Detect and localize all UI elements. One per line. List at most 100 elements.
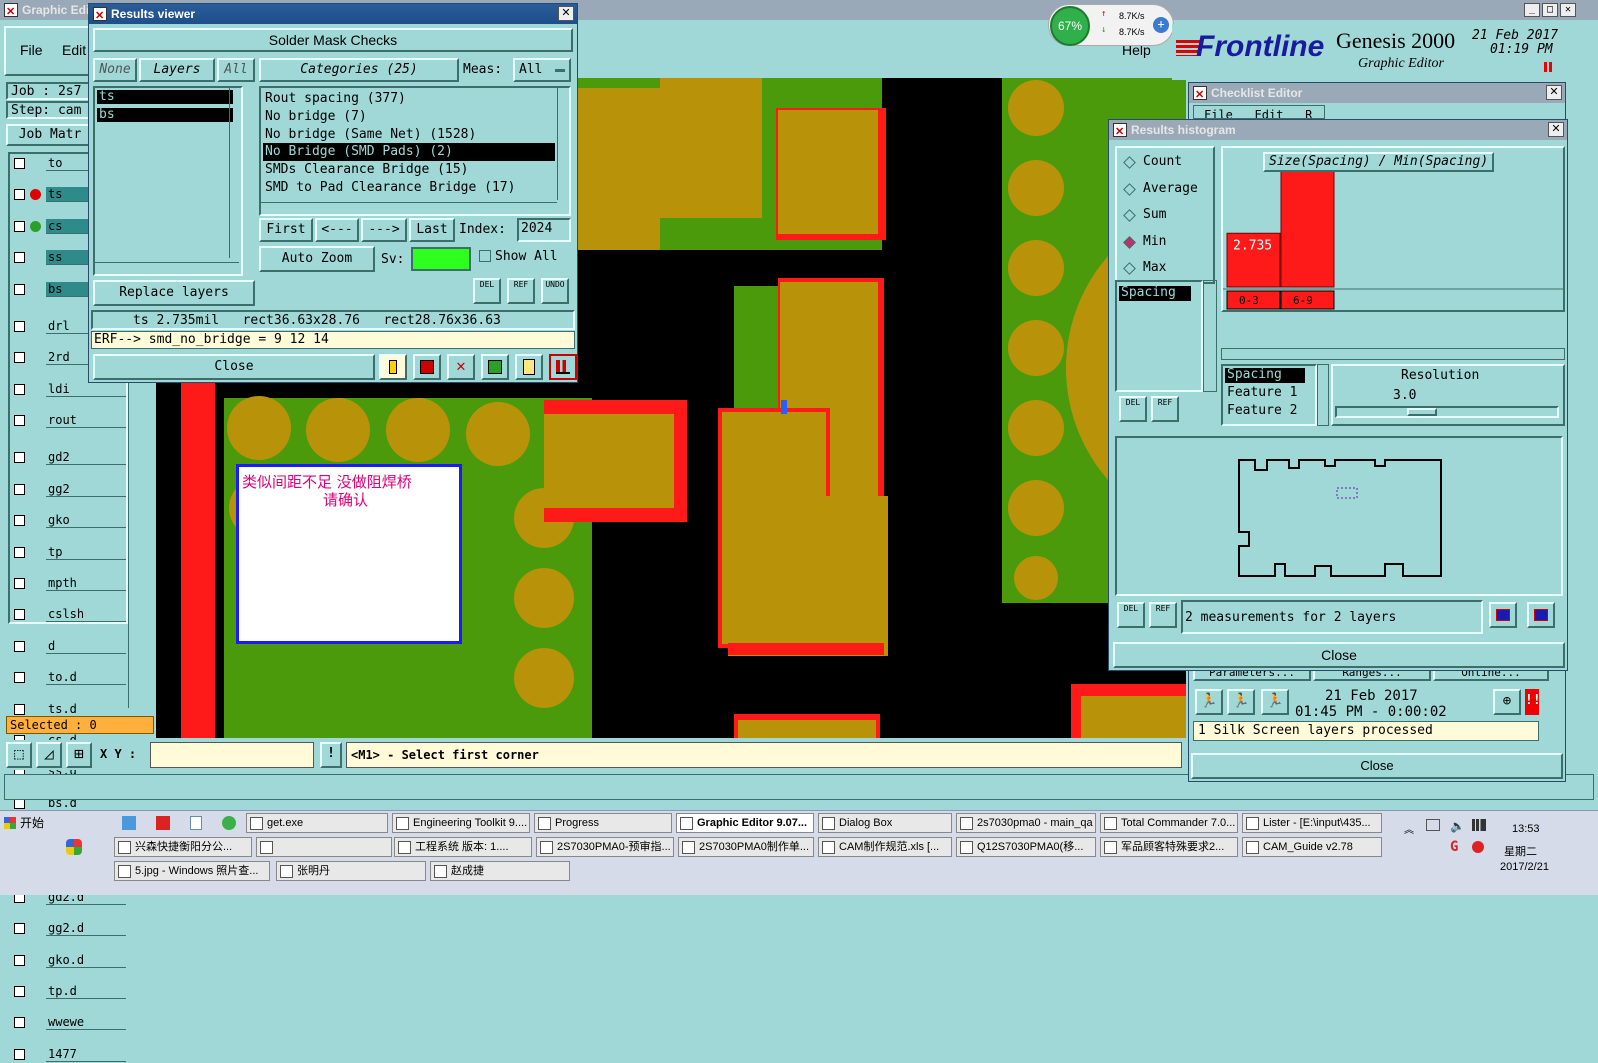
layer-row[interactable]: wwewe xyxy=(10,1015,126,1031)
layer-checkbox[interactable] xyxy=(14,415,25,427)
minimize-icon[interactable]: _ xyxy=(1524,3,1540,17)
layer-checkbox[interactable] xyxy=(14,383,25,395)
layer-row[interactable]: ts.d xyxy=(10,701,126,718)
menu-file[interactable]: File xyxy=(20,42,43,58)
layer-name[interactable]: mpth xyxy=(46,576,126,592)
layer-row[interactable]: gko xyxy=(10,513,126,529)
export-icon[interactable] xyxy=(413,354,441,380)
layer-checkbox[interactable] xyxy=(14,452,25,464)
zoom-fit-icon[interactable]: ⬚ xyxy=(6,742,32,768)
layer-name[interactable]: d xyxy=(46,638,126,654)
next-button[interactable]: ---> xyxy=(361,218,407,242)
zoom-area-icon[interactable]: ◿ xyxy=(36,742,62,768)
categories-vscroll[interactable] xyxy=(557,88,569,200)
pause-icon[interactable] xyxy=(1544,62,1552,72)
taskbar-button[interactable]: Graphic Editor 9.07... xyxy=(676,813,814,833)
taskbar-button[interactable] xyxy=(256,837,392,857)
run-stop-icon[interactable]: 🏃 xyxy=(1261,689,1289,715)
mode-radio[interactable]: Max xyxy=(1121,258,1211,278)
histogram-close-icon[interactable]: ✕ xyxy=(1548,122,1564,137)
left-list-vscroll[interactable] xyxy=(1203,280,1217,392)
layer-checkbox[interactable] xyxy=(14,1048,25,1060)
start-button[interactable]: 开始 xyxy=(2,813,58,835)
histogram-scrollbar[interactable] xyxy=(1221,348,1565,360)
categories-button[interactable]: Categories (25) xyxy=(259,58,459,82)
taskbar-button[interactable]: 工程系统 版本: 1.... xyxy=(394,837,532,857)
sv-color-dropdown[interactable] xyxy=(411,247,471,271)
mode-radio[interactable]: Sum xyxy=(1121,205,1211,225)
category-item[interactable]: No bridge (Same Net) (1528) xyxy=(263,126,555,144)
meas-dropdown[interactable]: All xyxy=(513,58,571,82)
undo-icon[interactable]: UNDO xyxy=(541,278,569,304)
job-matrix-button[interactable]: Job Matr xyxy=(6,124,94,146)
taskbar-button[interactable]: Progress xyxy=(534,813,672,833)
layer-checkbox[interactable] xyxy=(14,515,25,527)
layer-row[interactable]: gko.d xyxy=(10,952,126,969)
taskbar-button[interactable]: 军品顾客特殊要求2... xyxy=(1100,837,1238,857)
layer-checkbox[interactable] xyxy=(14,283,25,295)
layers-button[interactable]: Layers xyxy=(139,58,215,82)
layer-checkbox[interactable] xyxy=(14,578,25,590)
grid-icon[interactable]: ⊞ xyxy=(66,742,92,768)
layer-checkbox[interactable] xyxy=(14,252,25,264)
browser-icon[interactable] xyxy=(222,816,236,830)
layer-row[interactable]: gg2 xyxy=(10,481,126,498)
checklist-close-button[interactable]: Close xyxy=(1191,753,1563,779)
index-input[interactable]: 2024 xyxy=(517,218,571,242)
category-item[interactable]: Rout spacing (377) xyxy=(263,90,555,108)
mid-list-item[interactable]: Feature 1 xyxy=(1225,386,1305,401)
histogram-icon[interactable] xyxy=(549,354,577,380)
histogram-close-button[interactable]: Close xyxy=(1113,642,1565,668)
preview-ref-icon[interactable]: REF xyxy=(1149,602,1177,628)
taskbar-button[interactable]: Engineering Toolkit 9.... xyxy=(392,813,530,833)
category-item[interactable]: SMD to Pad Clearance Bridge (17) xyxy=(263,179,555,197)
layer-row[interactable]: 1477 xyxy=(10,1046,126,1063)
category-item[interactable]: No Bridge (SMD Pads) (2) xyxy=(263,143,555,162)
layer-row[interactable]: d xyxy=(10,638,126,655)
run-icon[interactable]: 🏃 xyxy=(1195,689,1223,715)
zoom-to-feature-icon[interactable] xyxy=(1489,602,1517,628)
taskbar-button[interactable]: Dialog Box xyxy=(818,813,952,833)
tray-g-icon[interactable]: G xyxy=(1450,839,1458,855)
layer-name[interactable]: gko xyxy=(46,513,126,529)
mid-list-item[interactable]: Feature 2 xyxy=(1225,404,1305,419)
tray-network-icon[interactable] xyxy=(1426,819,1440,831)
layer-row[interactable]: ldi xyxy=(10,381,126,398)
layer-checkbox[interactable] xyxy=(14,609,25,621)
layer-name[interactable]: ts.d xyxy=(46,701,126,717)
mode-radio[interactable]: Count xyxy=(1121,152,1211,172)
layer-row[interactable]: mpth xyxy=(10,576,126,592)
resolution-slider[interactable] xyxy=(1335,406,1559,418)
taskbar-button[interactable]: 2S7030PMA0-预审指... xyxy=(536,837,674,857)
layer-name[interactable]: 1477 xyxy=(46,1046,126,1062)
none-button[interactable]: None xyxy=(93,58,137,82)
checklist-editor-close-icon[interactable]: ✕ xyxy=(1546,85,1562,100)
layer-checkbox[interactable] xyxy=(14,352,25,364)
layer-name[interactable]: tp xyxy=(46,544,126,560)
layer-checkbox[interactable] xyxy=(14,220,25,232)
layer-name[interactable]: gko.d xyxy=(46,952,126,968)
results-viewer-close-icon[interactable]: ✕ xyxy=(558,6,574,21)
resolution-slider-handle[interactable] xyxy=(1407,408,1437,416)
sync-icon[interactable] xyxy=(481,354,509,380)
results-layer-list[interactable]: ts bs xyxy=(93,86,243,276)
close-icon[interactable]: ✕ xyxy=(1560,3,1576,17)
layer-checkbox[interactable] xyxy=(14,483,25,495)
layer-row[interactable]: gd2 xyxy=(10,450,126,466)
alert-icon[interactable]: ! xyxy=(320,742,342,768)
maximize-icon[interactable]: □ xyxy=(1542,3,1558,17)
results-close-button[interactable]: Close xyxy=(93,354,375,380)
histogram-left-list[interactable]: Spacing xyxy=(1115,280,1203,392)
replace-layers-dropdown[interactable]: Replace layers xyxy=(93,280,255,306)
taskbar-button[interactable]: 2S7030PMA0制作单... xyxy=(678,837,814,857)
histogram-hscroll[interactable] xyxy=(1223,326,1563,338)
layer-checkbox[interactable] xyxy=(14,703,25,715)
mode-radio[interactable]: Min xyxy=(1121,232,1211,252)
hist-ref-icon[interactable]: REF xyxy=(1151,396,1179,422)
tray-signal-icon[interactable] xyxy=(1472,819,1486,831)
taskbar-button[interactable]: Q12S7030PMA0(移... xyxy=(956,837,1096,857)
layer-row[interactable]: cslsh xyxy=(10,607,126,623)
all-button[interactable]: All xyxy=(217,58,255,82)
tray-red-icon[interactable] xyxy=(1472,841,1484,853)
layer-checkbox[interactable] xyxy=(14,189,25,201)
